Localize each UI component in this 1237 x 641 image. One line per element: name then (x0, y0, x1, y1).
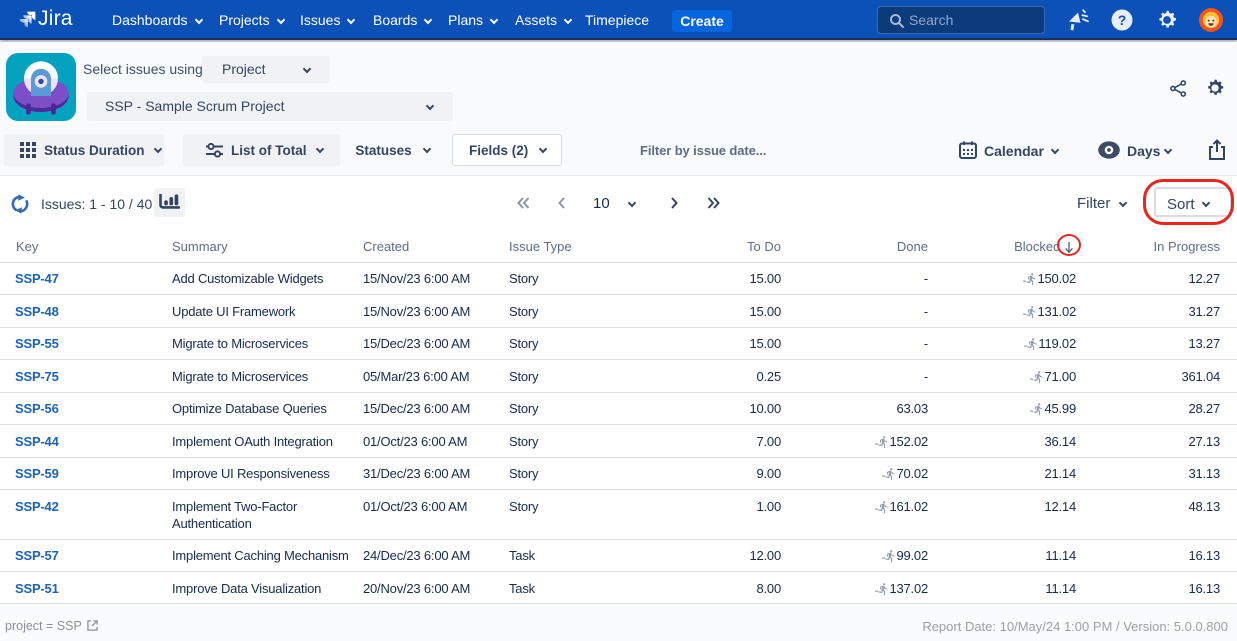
svg-text:?: ? (1118, 12, 1127, 28)
